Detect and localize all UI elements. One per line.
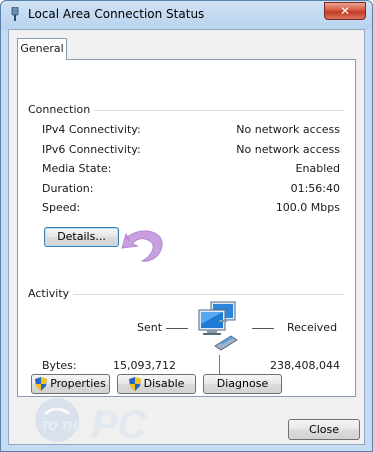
speed-label: Speed: — [42, 201, 81, 214]
duration-value: 01:56:40 — [290, 182, 340, 195]
svg-text:PC: PC — [91, 403, 148, 444]
dialog-client-area: General Connection IPv4 Connectivity: No… — [8, 29, 365, 445]
speed-value: 100.0 Mbps — [275, 201, 340, 214]
bytes-label: Bytes: — [42, 359, 77, 372]
bytes-received-value: 238,408,044 — [270, 359, 340, 372]
activity-separator — [66, 294, 344, 295]
received-label: Received — [287, 321, 338, 334]
activity-heading: Activity — [28, 287, 74, 300]
disable-button[interactable]: Disable — [117, 374, 196, 394]
ipv6-value: No network access — [236, 143, 340, 156]
watermark-logo: TO THE PC — [35, 398, 148, 444]
svg-text:TO THE: TO THE — [41, 419, 86, 433]
connection-heading: Connection — [28, 103, 95, 116]
ipv4-value: No network access — [236, 123, 340, 136]
uac-shield-icon — [128, 377, 141, 391]
pointer-arrow-icon — [121, 230, 163, 262]
general-panel: Connection IPv4 Connectivity: No network… — [17, 59, 356, 397]
ipv4-label: IPv4 Connectivity: — [42, 123, 141, 136]
details-button[interactable]: Details... — [44, 227, 119, 247]
title-bar[interactable]: Local Area Connection Status ✕ — [1, 1, 372, 29]
window-close-button[interactable]: ✕ — [324, 2, 366, 20]
properties-label: Properties — [50, 377, 106, 390]
network-plug-icon — [11, 7, 19, 21]
media-state-label: Media State: — [42, 162, 112, 175]
disable-label: Disable — [143, 377, 185, 390]
connection-separator — [78, 110, 344, 111]
ipv6-label: IPv6 Connectivity: — [42, 143, 141, 156]
network-computers-icon — [198, 301, 238, 351]
tab-general[interactable]: General — [17, 38, 67, 60]
close-button[interactable]: Close — [288, 419, 360, 440]
properties-button[interactable]: Properties — [31, 374, 110, 394]
sent-label: Sent — [137, 321, 163, 334]
sent-line — [166, 328, 188, 329]
uac-shield-icon — [35, 377, 48, 391]
bytes-sent-value: 15,093,712 — [113, 359, 176, 372]
duration-label: Duration: — [42, 182, 94, 195]
status-window: Local Area Connection Status ✕ General C… — [0, 0, 373, 452]
window-title: Local Area Connection Status — [28, 7, 205, 21]
diagnose-button[interactable]: Diagnose — [203, 374, 282, 394]
media-state-value: Enabled — [295, 162, 340, 175]
received-line — [252, 328, 274, 329]
